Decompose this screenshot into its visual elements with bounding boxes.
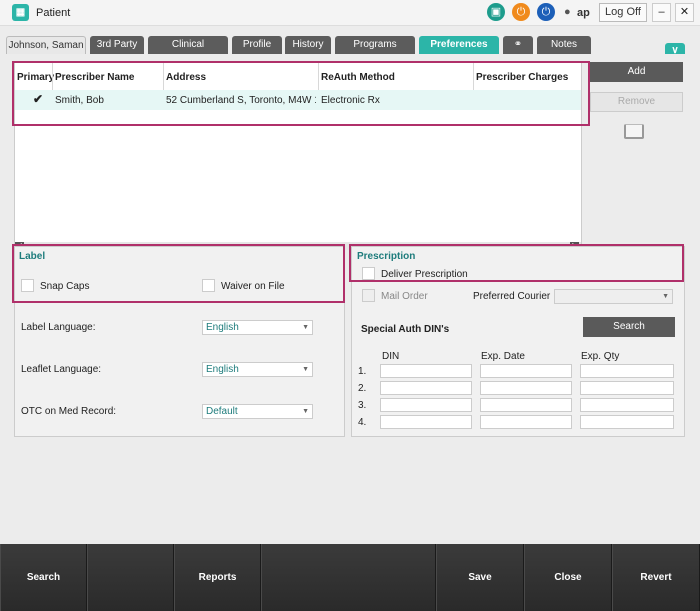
din-input-1[interactable] bbox=[380, 364, 472, 378]
search-button[interactable]: Search bbox=[0, 544, 87, 611]
chevron-down-icon: ▼ bbox=[302, 324, 309, 331]
title-bar: ▦ Patient ▣ ⏻ ⏻ ● ap Log Off – ✕ bbox=[0, 0, 700, 26]
chevron-down-icon: ▼ bbox=[302, 366, 309, 373]
table-row[interactable]: ✔ Smith, Bob 52 Cumberland S, Toronto, M… bbox=[15, 90, 581, 110]
mail-order-label: Mail Order bbox=[381, 291, 428, 302]
cell-prescriber-name: Smith, Bob bbox=[55, 95, 104, 106]
leaflet-language-select[interactable]: English ▼ bbox=[202, 362, 313, 377]
prescriber-grid: Primary Prescriber Name Address ReAuth M… bbox=[14, 62, 582, 250]
username: ap bbox=[577, 7, 590, 19]
snap-caps-checkbox[interactable] bbox=[21, 279, 34, 292]
row-number: 3. bbox=[358, 400, 367, 411]
otc-value: Default bbox=[206, 406, 238, 417]
label-language-label: Label Language: bbox=[21, 322, 96, 333]
din-input-4[interactable] bbox=[380, 415, 472, 429]
row-number: 4. bbox=[358, 417, 367, 428]
minimize-button[interactable]: – bbox=[652, 3, 671, 22]
col-address[interactable]: Address bbox=[166, 72, 206, 83]
cell-address: 52 Cumberland S, Toronto, M4W 1 bbox=[166, 95, 316, 106]
power-orange-icon[interactable]: ⏻ bbox=[512, 3, 530, 21]
col-primary[interactable]: Primary bbox=[17, 72, 54, 83]
exp-date-input-1[interactable] bbox=[480, 364, 572, 378]
footer-blank-button[interactable] bbox=[261, 544, 436, 611]
label-panel: Label Snap Caps Waiver on File Label Lan… bbox=[14, 246, 345, 437]
exp-date-input-2[interactable] bbox=[480, 381, 572, 395]
log-off-button[interactable]: Log Off bbox=[599, 3, 647, 22]
label-panel-title: Label bbox=[19, 251, 46, 262]
footer-bar: Search Reports Save Close Revert bbox=[0, 544, 700, 611]
din-column-header: DIN bbox=[382, 351, 400, 362]
revert-button[interactable]: Revert bbox=[612, 544, 700, 611]
snap-caps-label: Snap Caps bbox=[40, 281, 90, 292]
app-logo-icon: ▦ bbox=[12, 4, 29, 21]
deliver-prescription-checkbox[interactable] bbox=[362, 267, 375, 280]
exp-qty-input-4[interactable] bbox=[580, 415, 674, 429]
special-auth-title: Special Auth DIN's bbox=[361, 324, 450, 335]
footer-blank-button[interactable] bbox=[87, 544, 174, 611]
tab-3rd-party[interactable]: 3rd Party bbox=[90, 36, 144, 54]
preferences-content: Primary Prescriber Name Address ReAuth M… bbox=[0, 54, 700, 544]
col-reauth-method[interactable]: ReAuth Method bbox=[321, 72, 395, 83]
deliver-prescription-label: Deliver Prescription bbox=[381, 269, 468, 280]
leaflet-language-label: Leaflet Language: bbox=[21, 364, 102, 375]
prescription-panel: Prescription Deliver Prescription Mail O… bbox=[351, 246, 685, 437]
tab-strip: Johnson, Saman 3rd Party Clinical Profil… bbox=[0, 26, 700, 60]
waiver-label: Waiver on File bbox=[221, 281, 285, 292]
tab-notes[interactable]: Notes bbox=[537, 36, 591, 54]
exp-date-input-4[interactable] bbox=[480, 415, 572, 429]
exp-qty-input-1[interactable] bbox=[580, 364, 674, 378]
remove-prescriber-button[interactable]: Remove bbox=[590, 92, 683, 112]
exp-date-input-3[interactable] bbox=[480, 398, 572, 412]
paperclip-icon: ⚭ bbox=[513, 39, 523, 50]
exp-qty-input-2[interactable] bbox=[580, 381, 674, 395]
tab-programs[interactable]: Programs bbox=[335, 36, 415, 54]
din-input-3[interactable] bbox=[380, 398, 472, 412]
row-number: 2. bbox=[358, 383, 367, 394]
user-icon: ● bbox=[564, 6, 571, 18]
preferred-courier-label: Preferred Courier bbox=[473, 291, 551, 302]
primary-check-icon[interactable]: ✔ bbox=[31, 92, 45, 106]
din-input-2[interactable] bbox=[380, 381, 472, 395]
add-prescriber-button[interactable]: Add bbox=[590, 62, 683, 82]
tab-preferences[interactable]: Preferences bbox=[419, 36, 499, 54]
preferred-courier-select[interactable]: ▼ bbox=[554, 289, 673, 304]
close-window-button[interactable]: ✕ bbox=[675, 3, 694, 22]
col-prescriber-charges[interactable]: Prescriber Charges bbox=[476, 72, 568, 83]
otc-label: OTC on Med Record: bbox=[21, 406, 117, 417]
power-blue-icon[interactable]: ⏻ bbox=[537, 3, 555, 21]
tab-clinical[interactable]: Clinical bbox=[148, 36, 228, 54]
window-title: Patient bbox=[36, 7, 71, 19]
row-number: 1. bbox=[358, 366, 367, 377]
grid-header: Primary Prescriber Name Address ReAuth M… bbox=[15, 63, 581, 90]
tab-patient[interactable]: Johnson, Saman bbox=[6, 36, 86, 54]
leaflet-language-value: English bbox=[206, 364, 239, 375]
save-button[interactable]: Save bbox=[436, 544, 524, 611]
mail-order-checkbox[interactable] bbox=[362, 289, 375, 302]
tab-history[interactable]: History bbox=[285, 36, 331, 54]
cell-reauth-method: Electronic Rx bbox=[321, 95, 380, 106]
tab-attachments[interactable]: ⚭ bbox=[503, 36, 533, 54]
exp-date-column-header: Exp. Date bbox=[481, 351, 525, 362]
prescription-panel-title: Prescription bbox=[357, 251, 416, 262]
waiver-checkbox[interactable] bbox=[202, 279, 215, 292]
exp-qty-column-header: Exp. Qty bbox=[581, 351, 620, 362]
exp-qty-input-3[interactable] bbox=[580, 398, 674, 412]
col-prescriber-name[interactable]: Prescriber Name bbox=[55, 72, 135, 83]
label-language-value: English bbox=[206, 322, 239, 333]
otc-select[interactable]: Default ▼ bbox=[202, 404, 313, 419]
special-auth-search-button[interactable]: Search bbox=[583, 317, 675, 337]
reports-button[interactable]: Reports bbox=[174, 544, 261, 611]
chevron-down-icon: ▼ bbox=[662, 293, 669, 300]
label-language-select[interactable]: English ▼ bbox=[202, 320, 313, 335]
tab-profile[interactable]: Profile bbox=[232, 36, 282, 54]
blank-checkbox-icon[interactable] bbox=[624, 124, 644, 139]
close-button[interactable]: Close bbox=[524, 544, 612, 611]
chevron-down-icon: ▼ bbox=[302, 408, 309, 415]
monitor-icon[interactable]: ▣ bbox=[487, 3, 505, 21]
